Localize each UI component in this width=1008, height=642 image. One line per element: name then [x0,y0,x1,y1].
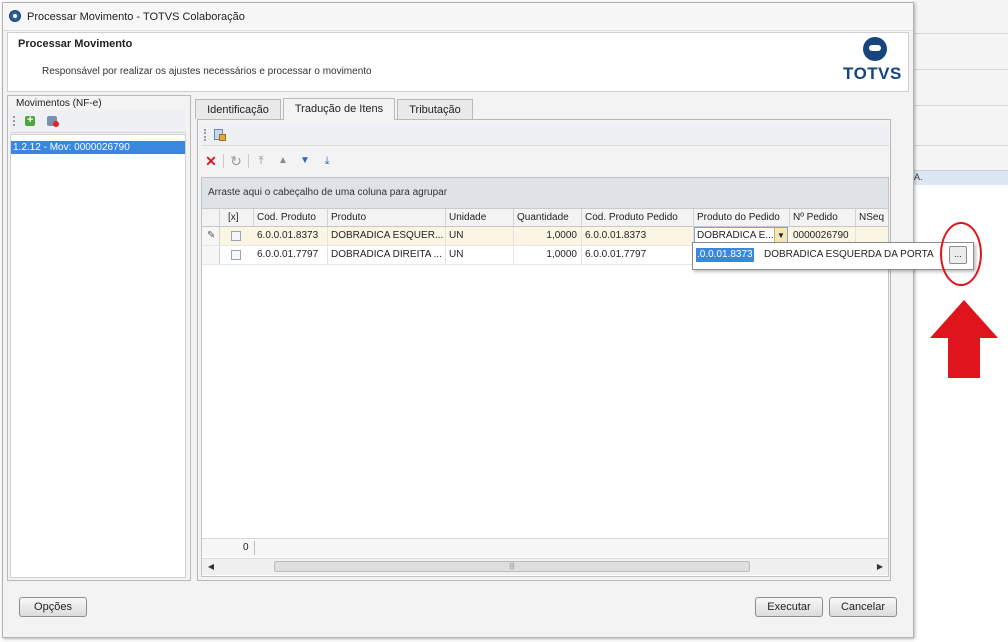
move-first-icon[interactable]: ⤒ [253,153,269,169]
unidade-cell: UN [446,227,514,245]
header-panel: Processar Movimento Responsável por real… [7,32,909,92]
items-grid: Arraste aqui o cabeçalho de uma coluna p… [201,177,889,577]
page-subtitle: Responsável por realizar os ajustes nece… [42,66,372,77]
column-header[interactable]: Nº Pedido [790,209,856,226]
move-up-icon[interactable]: ▲ [275,153,291,169]
row-checkbox[interactable] [231,231,241,241]
add-movement-icon[interactable] [24,114,38,128]
bg-divider [912,68,1008,70]
movements-panel: Movimentos (NF-e) 1.2.12 - Mov: 00000267… [7,95,191,581]
row-toolbar: ✕ ↻ ⤒ ▲ ▼ ⤓ [201,149,889,173]
quantidade-cell: 1,0000 [514,246,582,264]
app-icon [9,10,21,22]
row-checkbox[interactable] [231,250,241,260]
totvs-logo-icon [863,37,887,61]
bg-row: A. [912,170,1008,186]
column-header[interactable]: Quantidade [514,209,582,226]
totvs-logo-text: TOTVS [843,64,902,83]
column-header[interactable]: Produto [328,209,446,226]
cancel-button[interactable]: Cancelar [829,597,897,617]
horizontal-scrollbar[interactable]: ◀ ||| ▶ [202,558,888,575]
annotation-arrow-icon [930,300,998,378]
move-down-icon[interactable]: ▼ [297,153,313,169]
edit-pencil-icon: ✎ [207,230,216,241]
cod-produto-cell: 6.0.0.01.7797 [254,246,328,264]
produto-cell: DOBRADICA DIREITA ... [328,246,446,264]
column-header[interactable]: Cod. Produto [254,209,328,226]
bg-divider [912,32,1008,34]
window-title: Processar Movimento - TOTVS Colaboração [27,11,245,23]
toolbar-grip-icon [204,129,208,141]
tab-identificacao[interactable]: Identificação [195,99,281,119]
cod-produto-cell: 6.0.0.01.8373 [254,227,328,245]
move-last-icon[interactable]: ⤓ [319,153,335,169]
options-button[interactable]: Opções [19,597,87,617]
chevron-down-icon[interactable]: ▼ [774,228,787,243]
bg-row-label: A. [914,172,923,182]
scroll-right-icon[interactable]: ▶ [874,561,886,573]
lookup-description: DOBRADICA ESQUERDA DA PORTA [764,249,934,260]
process-movement-window: Processar Movimento - TOTVS Colaboração … [2,2,914,638]
grid-toolbar [201,125,889,146]
group-by-hint: Arraste aqui o cabeçalho de uma coluna p… [208,187,448,198]
quantidade-cell: 1,0000 [514,227,582,245]
row-indicator: ✎ [202,227,220,245]
refresh-icon[interactable]: ↻ [228,153,244,169]
footer-separator [254,541,255,555]
toolbar-grip-icon [13,116,17,126]
column-header[interactable]: [x] [220,209,254,226]
column-header[interactable]: Produto do Pedido [694,209,790,226]
column-header[interactable]: Unidade [446,209,514,226]
scrollbar-thumb[interactable]: ||| [274,561,750,572]
product-lookup-popup: .0.0.01.8373 DOBRADICA ESQUERDA DA PORTA… [692,242,974,270]
cod-produto-pedido-cell: 6.0.0.01.8373 [582,227,694,245]
toolbar-separator [223,154,224,168]
title-bar: Processar Movimento - TOTVS Colaboração [3,3,913,31]
execute-button[interactable]: Executar [755,597,823,617]
bg-divider [912,144,1008,146]
grid-footer: 0 [202,538,888,557]
movements-panel-title: Movimentos (NF-e) [16,98,102,109]
annotation-circle [940,222,982,286]
lookup-code-value[interactable]: .0.0.01.8373 [696,248,754,262]
produto-cell: DOBRADICA ESQUER... [328,227,446,245]
tab-traducao-itens[interactable]: Tradução de Itens [283,98,395,120]
movements-list: 1.2.12 - Mov: 0000026790 [10,134,186,578]
row-indicator [202,246,220,264]
footer-count: 0 [243,542,249,553]
row-indicator-header [202,209,220,226]
export-icon[interactable] [213,128,227,142]
scroll-left-icon[interactable]: ◀ [205,561,217,573]
group-by-panel[interactable]: Arraste aqui o cabeçalho de uma coluna p… [202,178,888,209]
column-header[interactable]: NSeq [856,209,888,226]
totvs-logo: TOTVS [843,37,903,87]
toolbar-separator [248,154,249,168]
page-title: Processar Movimento [18,38,133,50]
bg-divider [912,104,1008,106]
unidade-cell: UN [446,246,514,264]
movements-toolbar [10,110,186,133]
cod-produto-pedido-cell: 6.0.0.01.7797 [582,246,694,264]
grid-header: [x] Cod. Produto Produto Unidade Quantid… [202,209,888,227]
remove-movement-icon[interactable] [46,114,60,128]
tab-tributacao[interactable]: Tributação [397,99,473,119]
list-item[interactable]: 1.2.12 - Mov: 0000026790 [11,141,185,154]
delete-icon[interactable]: ✕ [203,153,219,169]
column-header[interactable]: Cod. Produto Pedido [582,209,694,226]
